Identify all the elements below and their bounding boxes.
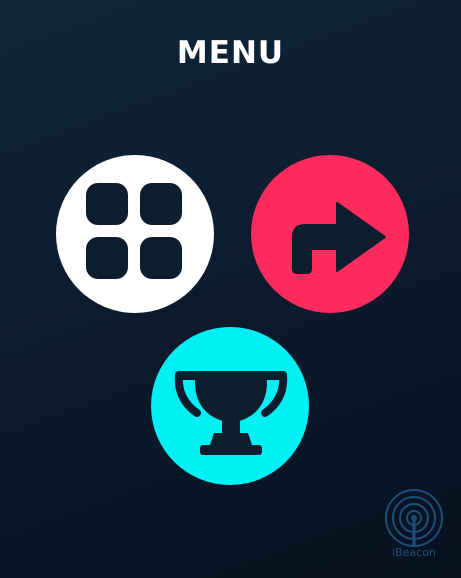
broadcast-icon: [385, 489, 443, 547]
menu-title: MENU: [176, 35, 285, 71]
levels-grid-button[interactable]: [56, 155, 214, 313]
trophy-icon: [151, 327, 309, 485]
logo-text: iBeacon: [392, 546, 436, 559]
ibeacon-logo: iBeacon: [382, 488, 446, 568]
arrow-right-icon: [251, 155, 409, 313]
next-button[interactable]: [251, 155, 409, 313]
leaderboard-button[interactable]: [151, 327, 309, 485]
grid-icon: [86, 183, 182, 279]
